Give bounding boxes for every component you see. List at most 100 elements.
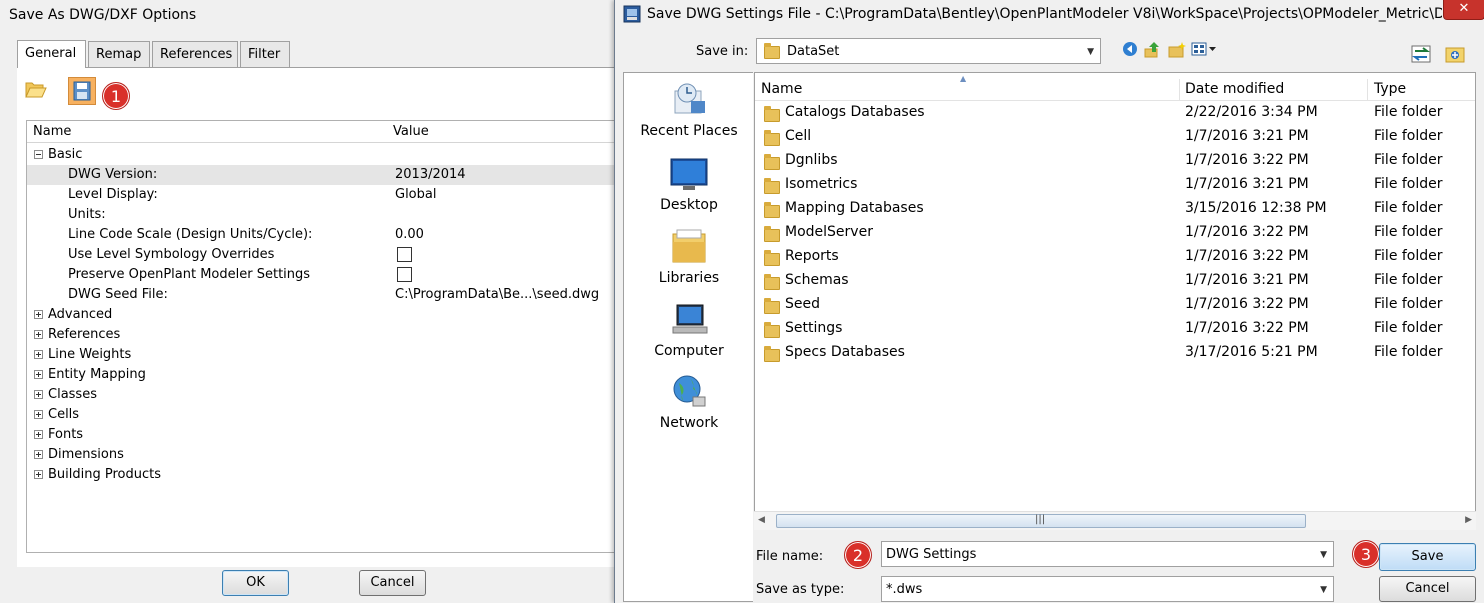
expand-icon[interactable] [34, 430, 43, 439]
sync-icon[interactable] [1410, 43, 1431, 63]
save-button[interactable]: Save [1379, 543, 1476, 571]
scroll-left-icon[interactable]: ◀ [758, 515, 765, 525]
list-item[interactable]: Cell 1/7/2016 3:21 PM File folder [755, 125, 1475, 149]
expand-icon[interactable] [34, 370, 43, 379]
property-row-level-symbology-overrides[interactable]: Use Level Symbology Overrides [27, 245, 621, 265]
group-line-weights[interactable]: Line Weights [27, 345, 621, 365]
column-divider[interactable] [1179, 79, 1180, 101]
group-basic[interactable]: Basic [27, 145, 621, 165]
column-name[interactable]: Name [761, 81, 802, 97]
tab-general[interactable]: General [17, 40, 86, 68]
property-row-preserve-settings[interactable]: Preserve OpenPlant Modeler Settings [27, 265, 621, 285]
up-folder-icon[interactable] [1143, 41, 1161, 59]
new-folder-icon[interactable] [1168, 41, 1186, 59]
place-recent-places[interactable]: Recent Places [624, 81, 754, 139]
group-fonts[interactable]: Fonts [27, 425, 621, 445]
save-in-dropdown[interactable]: DataSet ▼ [756, 38, 1101, 64]
place-desktop[interactable]: Desktop [624, 155, 754, 213]
expand-icon[interactable] [34, 410, 43, 419]
tab-remap[interactable]: Remap [88, 41, 150, 67]
horizontal-scrollbar[interactable]: ◀ ||| ▶ [754, 511, 1476, 530]
place-label: Network [659, 415, 719, 431]
title-bar[interactable]: Save DWG Settings File - C:\ProgramData\… [615, 0, 1484, 29]
save-as-type-dropdown[interactable]: *.dws ▼ [881, 576, 1334, 602]
file-date: 1/7/2016 3:22 PM [1185, 320, 1309, 336]
group-label: Advanced [48, 307, 113, 322]
view-menu-icon[interactable] [1191, 41, 1216, 59]
place-libraries[interactable]: Libraries [624, 228, 754, 286]
ok-button[interactable]: OK [222, 570, 289, 596]
list-item[interactable]: Mapping Databases 3/15/2016 12:38 PM Fil… [755, 197, 1475, 221]
cancel-button[interactable]: Cancel [1379, 576, 1476, 602]
chevron-down-icon[interactable]: ▼ [1320, 550, 1327, 560]
group-dimensions[interactable]: Dimensions [27, 445, 621, 465]
folder-icon [764, 322, 780, 338]
expand-icon[interactable] [34, 390, 43, 399]
place-label: Libraries [658, 270, 720, 286]
property-row-level-display[interactable]: Level Display: Global [27, 185, 621, 205]
expand-icon[interactable] [34, 330, 43, 339]
property-row-line-code-scale[interactable]: Line Code Scale (Design Units/Cycle): 0.… [27, 225, 621, 245]
property-value[interactable]: Global [395, 187, 436, 202]
list-item[interactable]: Settings 1/7/2016 3:22 PM File folder [755, 317, 1475, 341]
file-name-input[interactable]: DWG Settings ▼ [881, 541, 1334, 567]
preserve-settings-checkbox[interactable] [397, 267, 412, 282]
column-date-modified[interactable]: Date modified [1185, 81, 1284, 97]
grid-header: Name Value [27, 121, 621, 143]
cancel-button[interactable]: Cancel [359, 570, 426, 596]
chevron-down-icon[interactable]: ▼ [1320, 585, 1327, 595]
list-item[interactable]: ModelServer 1/7/2016 3:22 PM File folder [755, 221, 1475, 245]
file-date: 3/17/2016 5:21 PM [1185, 344, 1318, 360]
group-label: Cells [48, 407, 80, 422]
file-list[interactable]: ▲ Name Date modified Type Catalogs Datab… [754, 72, 1476, 530]
list-item[interactable]: Dgnlibs 1/7/2016 3:22 PM File folder [755, 149, 1475, 173]
chevron-down-icon[interactable]: ▼ [1087, 47, 1094, 57]
column-divider[interactable] [1367, 79, 1368, 101]
file-date: 3/15/2016 12:38 PM [1185, 200, 1327, 216]
group-building-products[interactable]: Building Products [27, 465, 621, 485]
group-references[interactable]: References [27, 325, 621, 345]
list-item[interactable]: Catalogs Databases 2/22/2016 3:34 PM Fil… [755, 101, 1475, 125]
collapse-icon[interactable] [34, 150, 43, 159]
tab-references[interactable]: References [152, 41, 238, 67]
list-item[interactable]: Specs Databases 3/17/2016 5:21 PM File f… [755, 341, 1475, 365]
property-row-units[interactable]: Units: [27, 205, 621, 225]
folder-icon [764, 202, 780, 218]
property-row-dwg-version[interactable]: DWG Version: 2013/2014 [27, 165, 621, 185]
place-computer[interactable]: Computer [624, 301, 754, 359]
expand-icon[interactable] [34, 470, 43, 479]
list-item[interactable]: Reports 1/7/2016 3:22 PM File folder [755, 245, 1475, 269]
property-row-dwg-seed-file[interactable]: DWG Seed File: C:\ProgramData\Be...\seed… [27, 285, 621, 305]
back-icon[interactable] [1121, 41, 1139, 59]
list-item[interactable]: Seed 1/7/2016 3:22 PM File folder [755, 293, 1475, 317]
property-value[interactable]: 0.00 [395, 227, 424, 242]
save-settings-button[interactable] [68, 77, 96, 105]
file-name: Catalogs Databases [785, 104, 925, 120]
list-item[interactable]: Schemas 1/7/2016 3:21 PM File folder [755, 269, 1475, 293]
property-value[interactable]: C:\ProgramData\Be...\seed.dwg [395, 287, 599, 302]
place-network[interactable]: Network [624, 373, 754, 431]
tab-filter[interactable]: Filter [240, 41, 290, 67]
scrollbar-thumb[interactable]: ||| [776, 514, 1306, 528]
close-button[interactable]: ✕ [1443, 0, 1484, 20]
name-column-header: Name [33, 124, 72, 139]
list-item[interactable]: Isometrics 1/7/2016 3:21 PM File folder [755, 173, 1475, 197]
column-type[interactable]: Type [1374, 81, 1406, 97]
property-value[interactable]: 2013/2014 [395, 167, 466, 182]
group-classes[interactable]: Classes [27, 385, 621, 405]
expand-icon[interactable] [34, 310, 43, 319]
folder-icon [764, 226, 780, 242]
group-advanced[interactable]: Advanced [27, 305, 621, 325]
expand-icon[interactable] [34, 350, 43, 359]
scroll-right-icon[interactable]: ▶ [1465, 515, 1472, 525]
group-cells[interactable]: Cells [27, 405, 621, 425]
open-folder-button[interactable] [24, 78, 52, 106]
folder-icon [764, 106, 780, 122]
level-symbology-checkbox[interactable] [397, 247, 412, 262]
group-entity-mapping[interactable]: Entity Mapping [27, 365, 621, 385]
favorite-folder-icon[interactable] [1444, 43, 1465, 63]
property-name: Use Level Symbology Overrides [68, 247, 275, 262]
group-label: Building Products [48, 467, 162, 482]
save-in-label: Save in: [696, 44, 749, 59]
expand-icon[interactable] [34, 450, 43, 459]
